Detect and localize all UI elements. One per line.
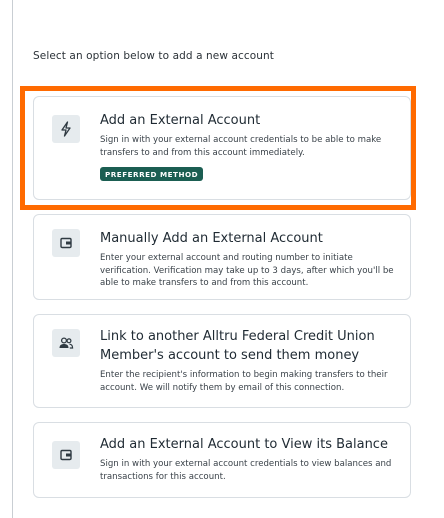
left-divider [12,0,13,518]
intro-text: Select an option below to add a new acco… [33,50,275,62]
option-content: Manually Add an External Account Enter y… [100,229,400,290]
option-card-link-member[interactable]: Link to another Alltru Federal Credit Un… [33,314,411,408]
option-content: Add an External Account to View its Bala… [100,435,400,483]
option-title: Manually Add an External Account [100,231,323,246]
option-description: Enter your external account and routing … [100,253,394,289]
add-account-page: Select an option below to add a new acco… [0,0,444,518]
option-title: Link to another Alltru Federal Credit Un… [100,329,375,363]
option-card-manually-add[interactable]: Manually Add an External Account Enter y… [33,214,411,300]
option-description: Sign in with your external account crede… [100,459,392,482]
preferred-option-highlight [20,86,416,210]
people-icon [52,329,80,357]
option-description: Enter the recipient's information to beg… [100,370,388,393]
option-title: Add an External Account to View its Bala… [100,437,388,452]
option-card-view-balance[interactable]: Add an External Account to View its Bala… [33,422,411,498]
option-content: Link to another Alltru Federal Credit Un… [100,327,400,394]
wallet-icon [52,229,80,257]
wallet-icon [52,441,80,469]
